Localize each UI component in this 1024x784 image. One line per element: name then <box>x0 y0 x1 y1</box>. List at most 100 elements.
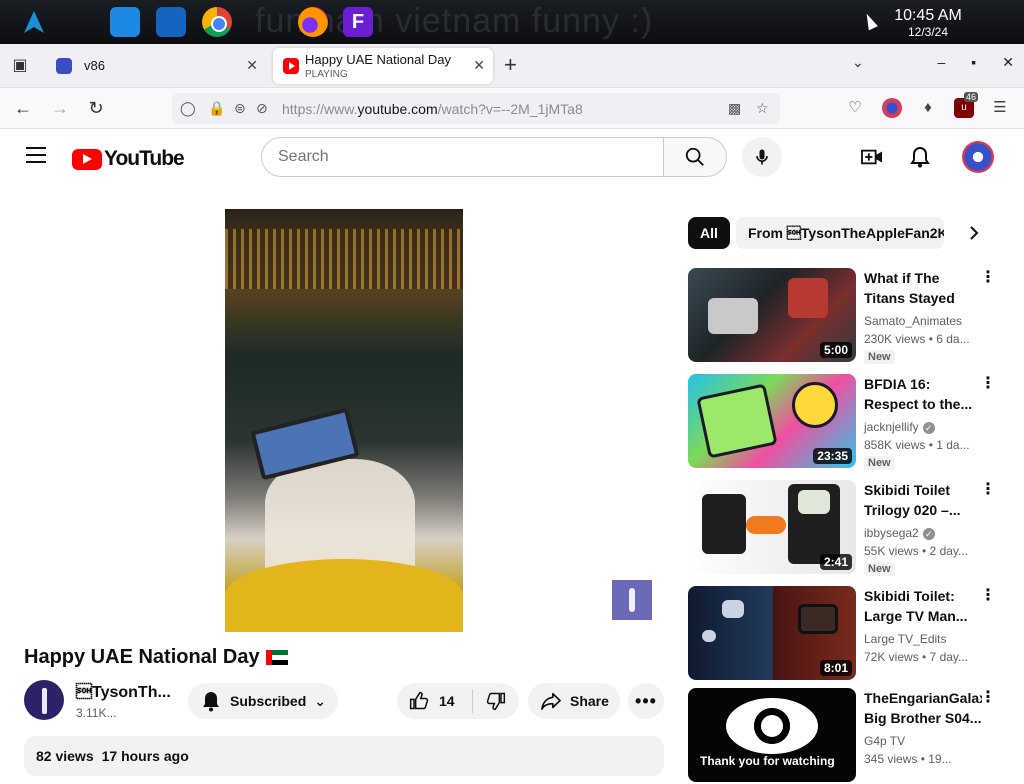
ublock-icon[interactable]: u 46 <box>954 92 979 118</box>
lock-icon[interactable]: 🔒 <box>208 100 225 117</box>
chrome-icon[interactable] <box>202 7 232 37</box>
youtube-logo-text: YouTube <box>104 147 185 170</box>
chip-all[interactable]: All <box>688 217 730 249</box>
file-manager-icon[interactable] <box>156 7 186 37</box>
guide-menu-icon[interactable] <box>26 147 46 163</box>
subscribed-label: Subscribed <box>230 693 307 709</box>
youtube-play-icon <box>72 148 102 170</box>
maximize-icon[interactable]: ▪ <box>971 54 976 71</box>
video-thumbnail[interactable]: 2:41 <box>688 480 856 574</box>
reload-icon[interactable]: ↻ <box>85 97 107 119</box>
new-badge: New <box>864 350 895 364</box>
thumbs-up-icon <box>409 691 429 710</box>
arch-logo-icon[interactable] <box>22 10 46 34</box>
rec-title[interactable]: TheEngarianGalaxy Big Brother S04... <box>864 688 982 728</box>
notifications-bell-icon[interactable] <box>908 145 932 169</box>
rec-title[interactable]: Skibidi Toilet Trilogy 020 –... <box>864 480 982 520</box>
firefox-icon[interactable] <box>298 7 328 37</box>
channel-name[interactable]: TysonTh... <box>76 683 171 702</box>
more-vertical-icon[interactable]: ⋮ <box>980 588 996 604</box>
chip-from-channel[interactable]: From TysonTheAppleFan2K... <box>736 217 944 249</box>
v86-icon <box>56 58 72 74</box>
video-thumbnail[interactable]: 5:00 <box>688 268 856 362</box>
browser-nav-bar: ← → ↻ ◯ 🔒 ⊜ ⊘ https://www.youtube.com/wa… <box>0 88 1024 129</box>
hamburger-menu-icon[interactable]: ☰ <box>990 98 1010 118</box>
autoplay-blocked-icon[interactable]: ⊘ <box>256 100 268 117</box>
more-vertical-icon[interactable]: ⋮ <box>980 690 996 706</box>
tab-youtube[interactable]: Happy UAE National Day PLAYING ✕ <box>273 48 493 84</box>
description-box[interactable]: 82 views 17 hours ago <box>24 736 664 776</box>
close-tab-icon[interactable]: ✕ <box>473 57 485 74</box>
recommended-video[interactable]: 23:35 BFDIA 16: Respect to the... jacknj… <box>688 374 1008 470</box>
forward-icon[interactable]: → <box>49 97 71 119</box>
share-button[interactable]: Share <box>528 683 620 719</box>
recommended-video[interactable]: 2:41 Skibidi Toilet Trilogy 020 –... ibb… <box>688 480 1008 576</box>
video-thumbnail[interactable]: 23:35 <box>688 374 856 468</box>
picture-in-picture-icon[interactable]: ▩ <box>728 100 741 117</box>
rec-title[interactable]: BFDIA 16: Respect to the... <box>864 374 982 414</box>
more-horizontal-icon: ••• <box>635 690 657 711</box>
more-vertical-icon[interactable]: ⋮ <box>980 270 996 286</box>
channel-watermark[interactable] <box>612 580 652 620</box>
recommended-video[interactable]: 5:00 What if The Titans Stayed in... Sam… <box>688 268 1008 364</box>
address-bar[interactable]: ◯ 🔒 ⊜ ⊘ https://www.youtube.com/watch?v=… <box>172 93 780 124</box>
pocket-icon[interactable]: ♡ <box>845 98 865 118</box>
recommended-video[interactable]: 8:01 Skibidi Toilet: Large TV Man... Lar… <box>688 586 1008 682</box>
minimize-icon[interactable]: – <box>938 54 946 71</box>
f-app-icon[interactable]: F <box>343 7 373 37</box>
account-avatar[interactable] <box>962 141 994 173</box>
video-title: Happy UAE National Day <box>24 646 288 669</box>
voice-search-button[interactable] <box>742 137 782 177</box>
account-icon[interactable] <box>882 98 902 118</box>
chevron-right-icon[interactable] <box>964 223 984 243</box>
store-app-icon[interactable] <box>110 7 140 37</box>
rec-meta: 345 views • 19... <box>864 752 952 766</box>
firefox-view-icon[interactable]: ▣ <box>8 54 32 78</box>
list-all-tabs-icon[interactable]: ⌄ <box>852 54 864 71</box>
rec-meta: 858K views • 1 da... <box>864 438 970 452</box>
rec-title[interactable]: What if The Titans Stayed in... <box>864 268 982 308</box>
search-button[interactable] <box>663 137 727 177</box>
verified-check-icon: ✓ <box>922 422 935 434</box>
back-icon[interactable]: ← <box>12 97 34 119</box>
video-thumbnail[interactable]: 8:01 <box>688 586 856 680</box>
rec-meta: 72K views • 7 day... <box>864 650 969 664</box>
search-input[interactable] <box>262 138 642 176</box>
more-vertical-icon[interactable]: ⋮ <box>980 376 996 392</box>
video-frame-person <box>265 459 415 569</box>
create-video-icon[interactable] <box>860 145 884 169</box>
subscriber-count: 3.11K... <box>76 706 117 720</box>
extensions-icon[interactable]: ♦ <box>918 98 938 118</box>
rec-title[interactable]: Skibidi Toilet: Large TV Man... <box>864 586 982 626</box>
new-tab-icon[interactable]: + <box>504 52 517 78</box>
close-tab-icon[interactable]: ✕ <box>246 57 258 74</box>
subscribed-button[interactable]: Subscribed ⌄ <box>188 683 338 719</box>
video-player[interactable] <box>225 209 463 632</box>
verified-check-icon: ✓ <box>922 528 935 540</box>
permissions-icon[interactable]: ⊜ <box>234 100 246 117</box>
more-actions-button[interactable]: ••• <box>628 683 664 719</box>
youtube-icon <box>283 58 299 74</box>
recommended-video[interactable]: Thank you for watching TheEngarianGalaxy… <box>688 688 1008 784</box>
duration-badge: 2:41 <box>819 554 852 570</box>
duration-badge: 23:35 <box>813 448 852 464</box>
system-clock[interactable]: 10:45 AM 12/3/24 <box>888 7 968 39</box>
url-text[interactable]: https://www.youtube.com/watch?v=--2M_1jM… <box>282 101 583 117</box>
dislike-button[interactable] <box>473 691 519 711</box>
rec-channel[interactable]: ibbysega2 ✓ <box>864 526 935 540</box>
duration-badge: 5:00 <box>819 342 852 358</box>
channel-avatar[interactable] <box>24 680 64 720</box>
bookmark-star-icon[interactable]: ☆ <box>756 100 769 117</box>
upload-age: 17 hours ago <box>101 748 189 764</box>
tab-v86[interactable]: v86 ✕ <box>46 48 266 84</box>
shield-icon[interactable]: ◯ <box>180 100 196 117</box>
like-button[interactable]: 14 <box>397 689 473 713</box>
rec-channel[interactable]: jacknjellify ✓ <box>864 420 935 434</box>
video-frame-ceiling <box>225 229 463 289</box>
rec-channel[interactable]: Large TV_Edits <box>864 632 947 646</box>
youtube-logo[interactable]: YouTube <box>72 147 185 171</box>
more-vertical-icon[interactable]: ⋮ <box>980 482 996 498</box>
rec-channel[interactable]: G4p TV <box>864 734 905 748</box>
rec-channel[interactable]: Samato_Animates <box>864 314 962 328</box>
close-window-icon[interactable]: ✕ <box>1002 54 1014 71</box>
